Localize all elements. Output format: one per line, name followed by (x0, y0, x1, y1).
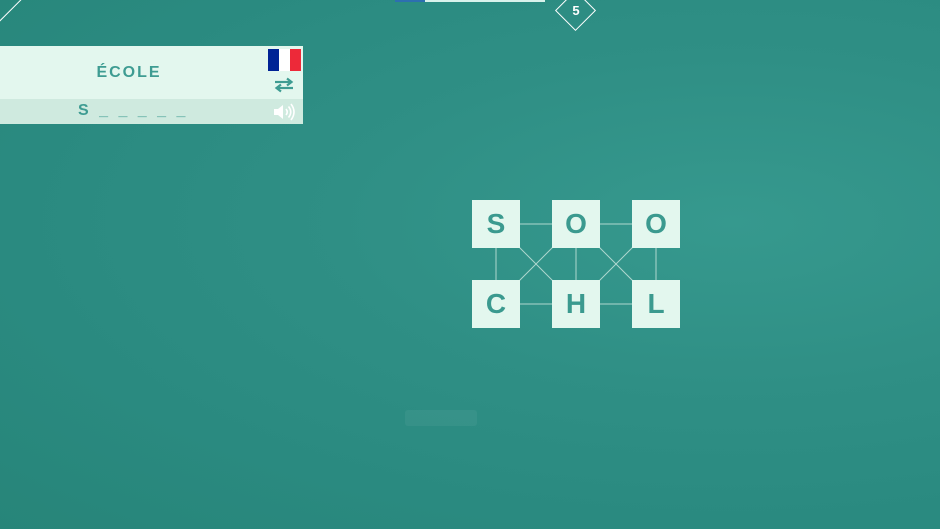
menu-diamond-button[interactable] (0, 0, 24, 24)
language-flag-icon[interactable] (268, 49, 301, 71)
letter-tile[interactable]: O (632, 200, 680, 248)
letter-tile[interactable]: O (552, 200, 600, 248)
faint-background-element (405, 410, 477, 426)
progress-bar-fill (395, 0, 425, 2)
letter-tile[interactable]: S (472, 200, 520, 248)
flag-stripe-blue (268, 49, 279, 71)
level-badge: 5 (554, 0, 598, 33)
letter-board: S O O C H L (472, 200, 680, 330)
flag-stripe-white (279, 49, 290, 71)
speaker-icon[interactable] (272, 103, 296, 121)
level-number: 5 (572, 3, 580, 18)
letter-tile[interactable]: H (552, 280, 600, 328)
clue-panel: ÉCOLE S _ _ _ _ _ (0, 46, 303, 124)
clue-word: ÉCOLE (96, 64, 162, 81)
letter-tile[interactable]: C (472, 280, 520, 328)
hint-text: S _ _ _ _ _ (78, 102, 189, 119)
progress-bar (395, 0, 545, 2)
flag-stripe-red (290, 49, 301, 71)
letter-tile[interactable]: L (632, 280, 680, 328)
swap-arrows-icon[interactable] (273, 77, 295, 93)
